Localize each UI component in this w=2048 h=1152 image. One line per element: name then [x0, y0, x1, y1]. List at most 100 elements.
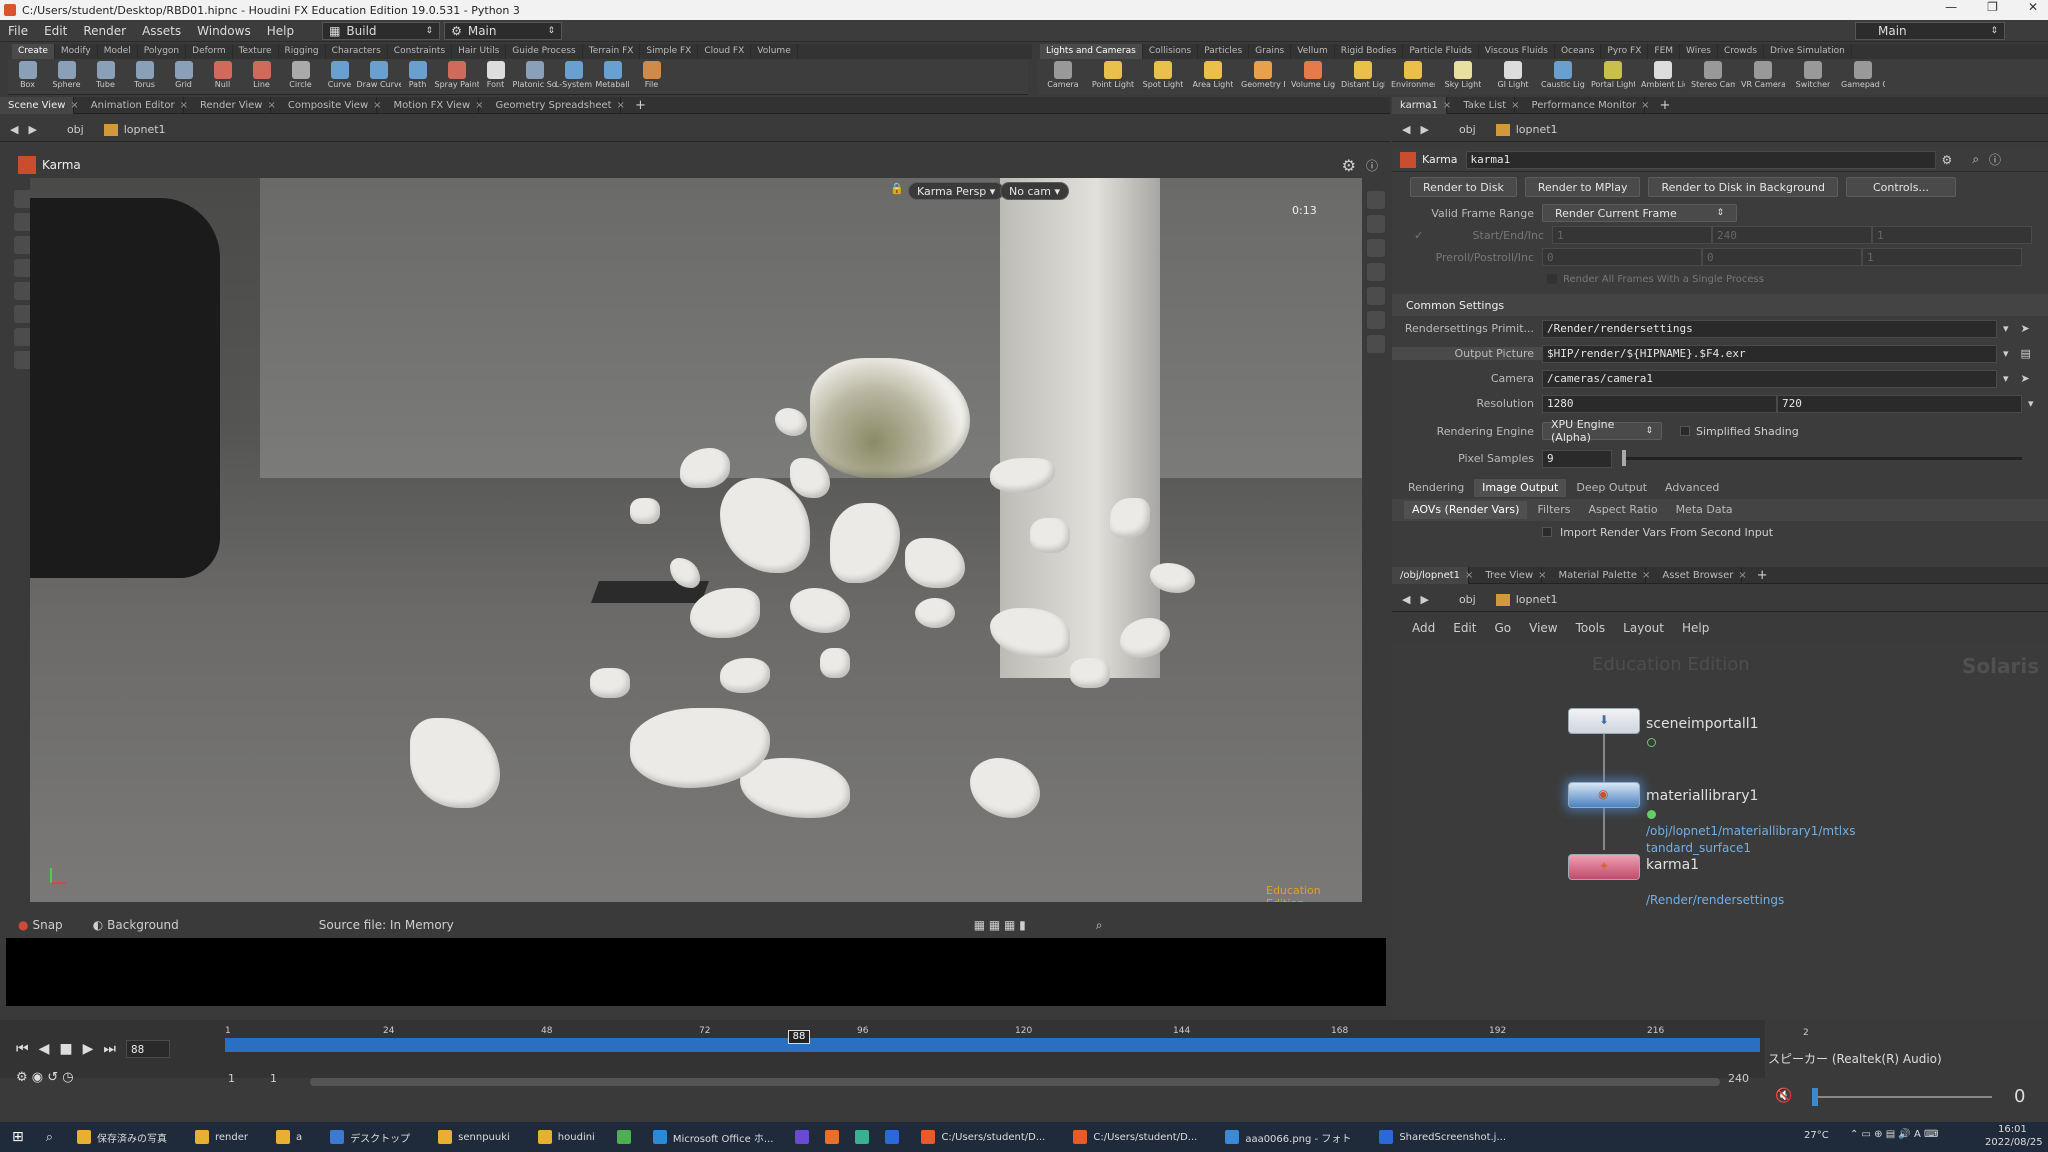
- tool-switcher[interactable]: Switcher: [1789, 59, 1837, 95]
- close-icon[interactable]: ×: [267, 100, 275, 111]
- tool-file[interactable]: File: [632, 59, 671, 95]
- shelf-tab-vellum[interactable]: Vellum: [1291, 44, 1335, 59]
- shelf-tab-modify[interactable]: Modify: [55, 44, 98, 59]
- search-icon[interactable]: ⌕: [1096, 918, 1103, 933]
- preroll-field[interactable]: 0: [1542, 248, 1702, 266]
- path-root[interactable]: obj: [1459, 593, 1476, 606]
- tool-geometry-light[interactable]: Geometry Light: [1239, 59, 1287, 95]
- tab-image-output[interactable]: Image Output: [1474, 479, 1567, 497]
- shelf-tab-characters[interactable]: Characters: [326, 44, 388, 59]
- controls-button[interactable]: Controls...: [1845, 177, 1956, 197]
- maximize-button[interactable]: ❐: [1987, 0, 1998, 20]
- inc-field[interactable]: 1: [1872, 226, 2032, 244]
- start-end-check-icon[interactable]: ✓: [1414, 229, 1424, 242]
- shelf-tab-viscous-fluids[interactable]: Viscous Fluids: [1479, 44, 1555, 59]
- windows-start-icon[interactable]: ⊞: [12, 1129, 24, 1145]
- tool-vr-camera[interactable]: VR Camera: [1739, 59, 1787, 95]
- camera-persp-menu[interactable]: Karma Persp ▾: [908, 182, 1005, 200]
- tool-volume-light[interactable]: Volume Light: [1289, 59, 1337, 95]
- menu-render[interactable]: Render: [75, 24, 134, 38]
- tool-gi-light[interactable]: GI Light: [1489, 59, 1537, 95]
- tool-platonic-solids[interactable]: Platonic Solids: [513, 59, 557, 95]
- network-menu-tools[interactable]: Tools: [1576, 621, 1606, 635]
- back-icon[interactable]: ◀: [10, 123, 18, 136]
- range-bar[interactable]: [310, 1078, 1720, 1086]
- range-end[interactable]: 240: [1728, 1072, 1749, 1085]
- tool-font[interactable]: Font: [476, 59, 515, 95]
- network-canvas[interactable]: Education Edition Solaris ⬇ sceneimporta…: [1392, 642, 2048, 1018]
- shelf-tab-wires[interactable]: Wires: [1680, 44, 1718, 59]
- mute-icon[interactable]: 🔇: [1775, 1088, 1792, 1104]
- network-menu-view[interactable]: View: [1529, 621, 1557, 635]
- minimize-button[interactable]: —: [1945, 0, 1957, 20]
- tool-sphere[interactable]: Sphere: [47, 59, 86, 95]
- tool-path[interactable]: Path: [398, 59, 437, 95]
- tool-metaball[interactable]: Metaball: [593, 59, 632, 95]
- pane-tab-render-view[interactable]: Render View: [192, 96, 272, 114]
- range-start[interactable]: 1: [228, 1072, 235, 1085]
- taskbar-item[interactable]: aaa0066.png - フォト: [1211, 1122, 1365, 1152]
- display-options-icon[interactable]: [1367, 191, 1385, 209]
- render-to-mplay-button[interactable]: Render to MPlay: [1524, 177, 1641, 197]
- frame-marker[interactable]: 88: [788, 1030, 810, 1044]
- output-picture-field[interactable]: $HIP/render/${HIPNAME}.$F4.exr: [1542, 344, 1997, 363]
- close-icon[interactable]: ×: [373, 100, 381, 111]
- tool-tube[interactable]: Tube: [86, 59, 125, 95]
- network-menu-edit[interactable]: Edit: [1453, 621, 1476, 635]
- path-root[interactable]: obj: [67, 123, 84, 136]
- range-start-2[interactable]: 1: [270, 1072, 277, 1085]
- shelf-tab-cloud-fx[interactable]: Cloud FX: [698, 44, 752, 59]
- shelf-tab-model[interactable]: Model: [98, 44, 138, 59]
- viewer-help-icon[interactable]: ⓘ: [1366, 157, 1378, 174]
- tool-environment-light[interactable]: Environment Light: [1389, 59, 1437, 95]
- node-karma1[interactable]: ✦: [1568, 854, 1640, 880]
- shelf-tab-hair-utils[interactable]: Hair Utils: [452, 44, 507, 59]
- add-tab-icon[interactable]: +: [1757, 568, 1768, 583]
- tool-grid[interactable]: Grid: [164, 59, 203, 95]
- start-field[interactable]: 1: [1552, 226, 1712, 244]
- shelf-tab-deform[interactable]: Deform: [186, 44, 233, 59]
- menu-edit[interactable]: Edit: [36, 24, 75, 38]
- taskbar-item[interactable]: [787, 1122, 817, 1152]
- taskbar-item[interactable]: houdini: [524, 1122, 609, 1152]
- taskbar-item[interactable]: [609, 1122, 639, 1152]
- tool-circle[interactable]: Circle: [281, 59, 320, 95]
- pixel-samples-slider[interactable]: [1622, 450, 2022, 466]
- menu-assets[interactable]: Assets: [134, 24, 189, 38]
- shelf-tab-guide-process[interactable]: Guide Process: [506, 44, 583, 59]
- viewport[interactable]: 🔒 Karma Persp ▾ No cam ▾ 0:13 Education …: [30, 178, 1362, 902]
- workspace-select[interactable]: ⚙ Main ⇕: [444, 21, 563, 40]
- tool-draw-curve[interactable]: Draw Curve: [357, 59, 401, 95]
- select-arrow-icon[interactable]: ▾: [2028, 397, 2034, 410]
- tool-point-light[interactable]: Point Light: [1089, 59, 1137, 95]
- tray-icons[interactable]: ⌃ ▭ ⊕ ▤ 🔊 A ⌨: [1850, 1129, 1938, 1140]
- desktop-select[interactable]: ▦ Build ⇕: [322, 21, 441, 40]
- path-node[interactable]: lopnet1: [124, 123, 166, 136]
- select-arrow-icon[interactable]: ▾: [2003, 347, 2009, 360]
- pick-icon[interactable]: ➤: [2021, 372, 2030, 385]
- pane-tab-scene-view[interactable]: Scene View: [0, 96, 75, 114]
- info-icon[interactable]: [1367, 335, 1385, 353]
- ghost-icon[interactable]: [1367, 215, 1385, 233]
- import-vars-checkbox[interactable]: [1542, 527, 1552, 537]
- pane-tab-performance-monitor[interactable]: Performance Monitor: [1524, 96, 1646, 114]
- tool-camera[interactable]: Camera: [1039, 59, 1087, 95]
- taskbar-item[interactable]: a: [262, 1122, 316, 1152]
- snap-icon[interactable]: ●: [18, 918, 28, 932]
- path-node[interactable]: lopnet1: [1516, 593, 1558, 606]
- tab-rendering[interactable]: Rendering: [1400, 479, 1472, 497]
- taskbar-item[interactable]: Microsoft Office ホ...: [639, 1122, 788, 1152]
- pane-tab-composite-view[interactable]: Composite View: [280, 96, 378, 114]
- preroll-inc-field[interactable]: 1: [1862, 248, 2022, 266]
- shelf-tab-terrain-fx[interactable]: Terrain FX: [583, 44, 641, 59]
- tab-deep-output[interactable]: Deep Output: [1568, 479, 1655, 497]
- subtab-aovs[interactable]: AOVs (Render Vars): [1404, 501, 1528, 519]
- close-button[interactable]: ✕: [2028, 0, 2038, 20]
- pane-tab-obj-lopnet1[interactable]: /obj/lopnet1: [1392, 566, 1469, 584]
- stop-icon[interactable]: ■: [59, 1041, 72, 1057]
- render-to-disk-button[interactable]: Render to Disk: [1410, 177, 1517, 197]
- close-icon[interactable]: ×: [1641, 100, 1649, 111]
- taskbar-item[interactable]: C:/Users/student/D...: [907, 1122, 1059, 1152]
- tool-ambient-light[interactable]: Ambient Light: [1639, 59, 1687, 95]
- shelf-tab-particle-fluids[interactable]: Particle Fluids: [1403, 44, 1479, 59]
